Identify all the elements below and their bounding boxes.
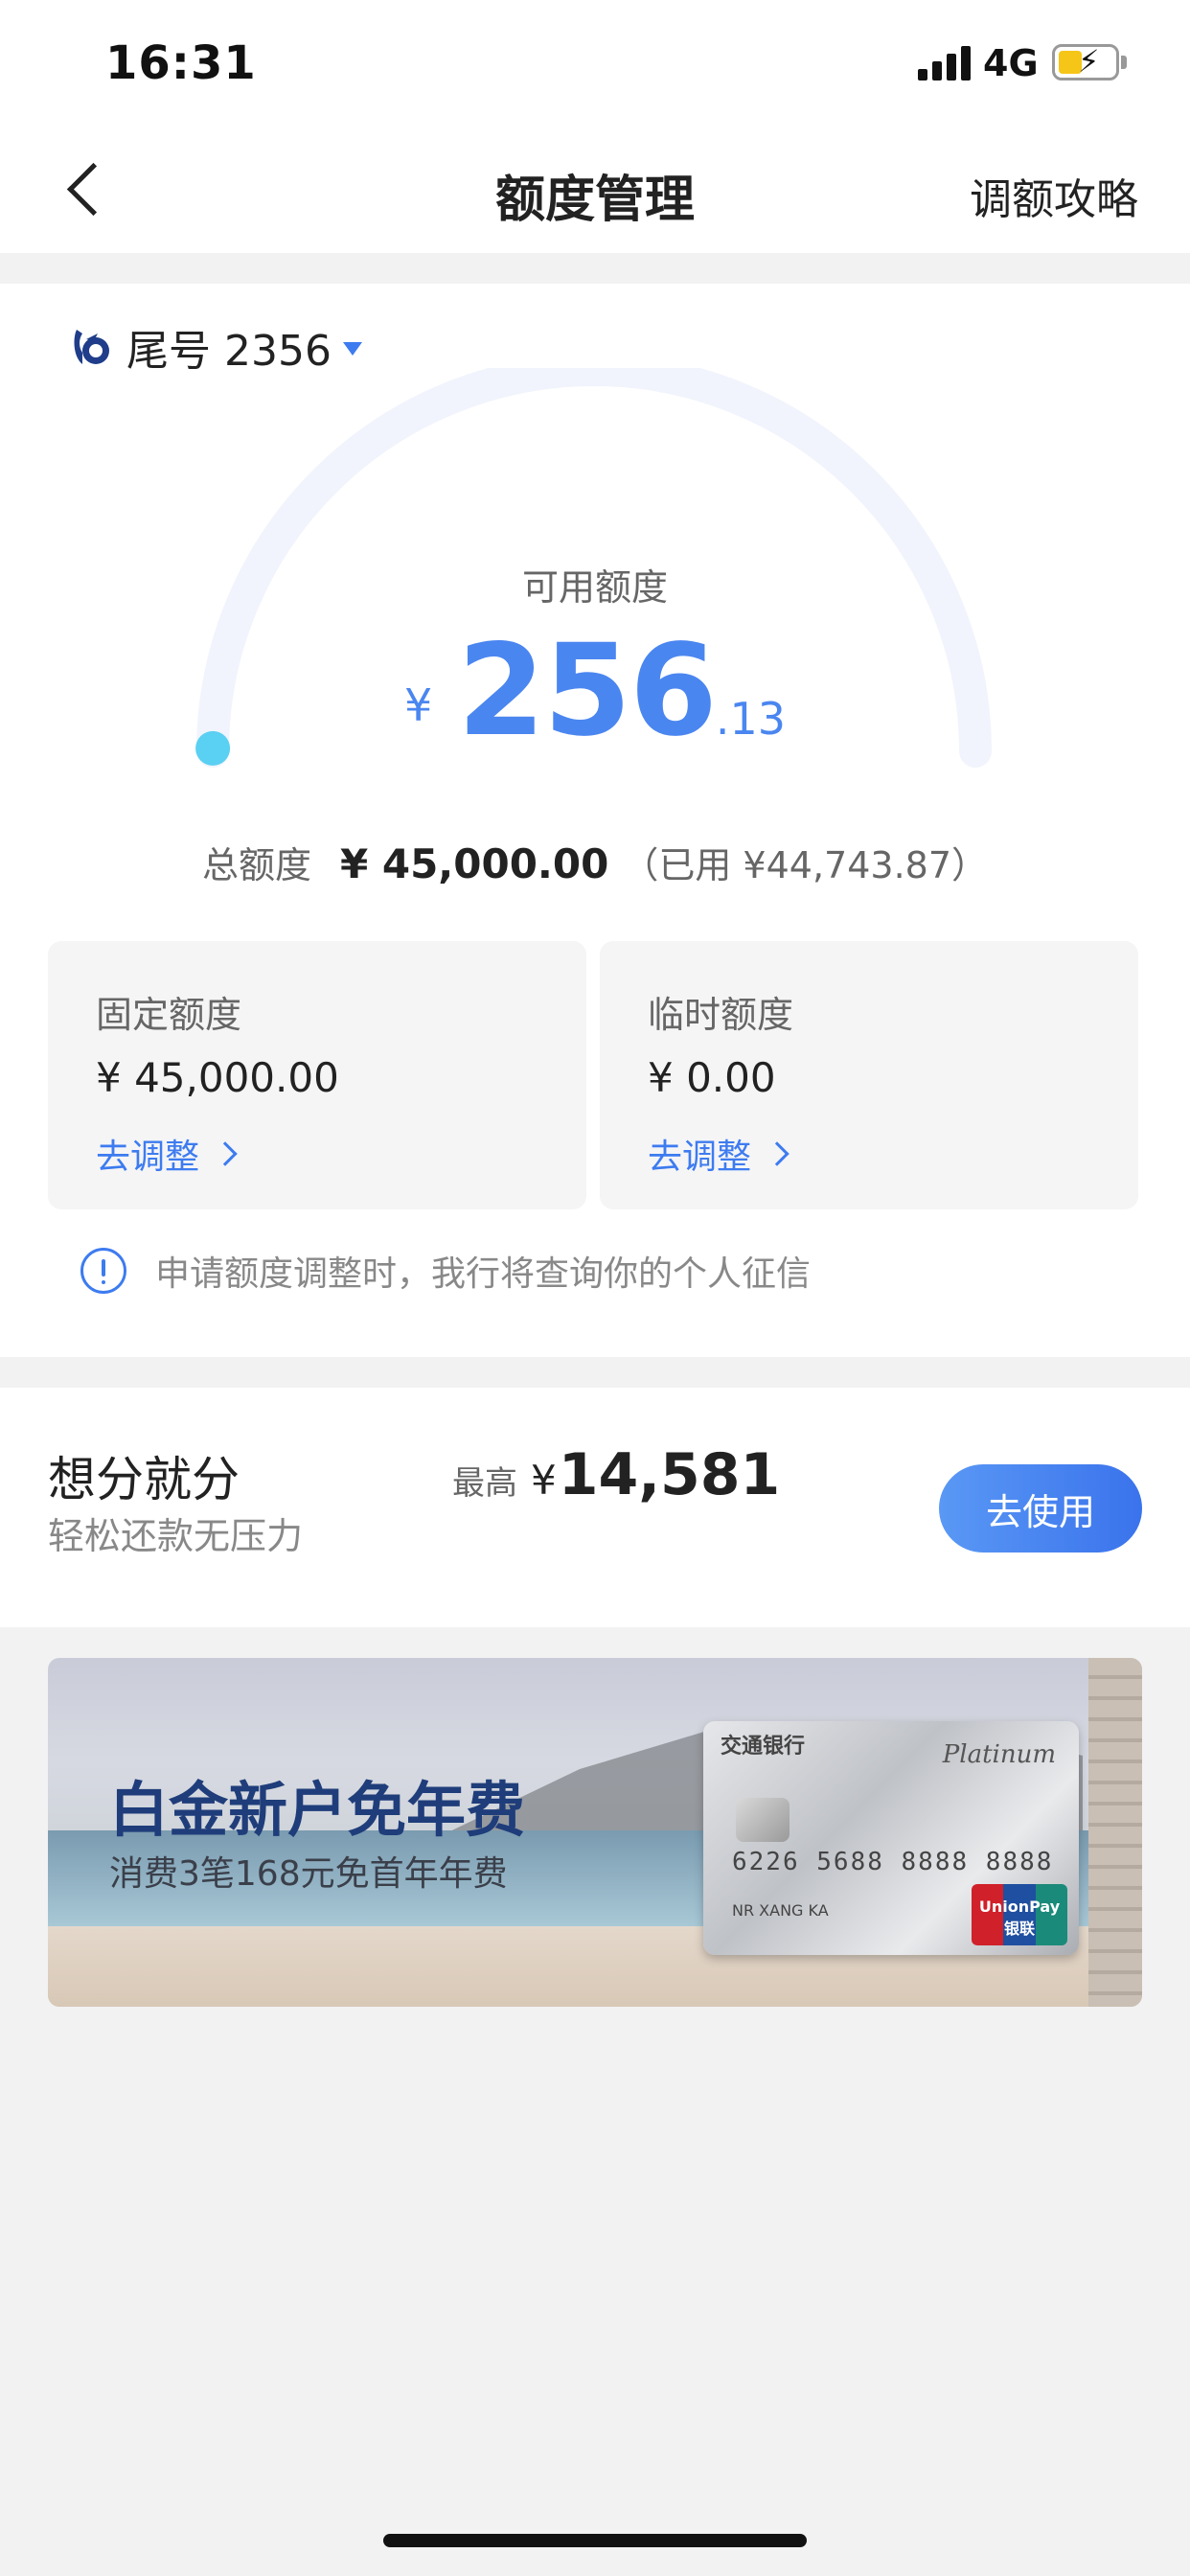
banner-subtitle: 消费3笔168元免首年年费 xyxy=(109,1854,508,1894)
fixed-limit-value: ¥ 45,000.00 xyxy=(96,1054,339,1101)
platinum-card-image: 交通银行 Platinum 6226 5688 8888 8888 NR XAN… xyxy=(703,1721,1079,1955)
limit-card: 尾号 2356 可用额度 ¥256.13 总额度 ¥ 45,000.00 （已用 ¥… xyxy=(0,284,1190,1357)
temp-limit-title: 临时额度 xyxy=(648,994,794,1036)
temp-limit-box: 临时额度 ¥ 0.00 去调整 xyxy=(600,941,1138,1209)
chevron-right-icon xyxy=(213,1141,238,1166)
adjust-temp-link[interactable]: 去调整 xyxy=(648,1129,790,1179)
card-selector[interactable]: 尾号 2356 xyxy=(69,320,362,376)
available-integer: 256 xyxy=(457,617,718,765)
installment-title: 想分就分 xyxy=(48,1452,240,1507)
bank-logo-icon xyxy=(69,324,115,370)
available-amount: ¥256.13 xyxy=(0,617,1190,765)
banner-wall xyxy=(1088,1658,1142,2007)
used-amount: （已用 ¥44,743.87） xyxy=(622,844,988,886)
limit-guide-link[interactable]: 调额攻略 xyxy=(970,165,1138,226)
temp-limit-value: ¥ 0.00 xyxy=(648,1054,776,1101)
installment-subtitle: 轻松还款无压力 xyxy=(48,1515,304,1557)
status-bar: 16:31 4G ⚡ xyxy=(0,0,1190,126)
promo-banner[interactable]: 白金新户免年费 消费3笔168元免首年年费 交通银行 Platinum 6226… xyxy=(48,1658,1142,2007)
total-label: 总额度 xyxy=(202,844,312,886)
adjust-fixed-link[interactable]: 去调整 xyxy=(96,1129,238,1179)
info-circle-icon xyxy=(80,1248,126,1294)
fixed-limit-title: 固定额度 xyxy=(96,994,242,1036)
installment-max: 最高 ¥ 14,581 xyxy=(452,1441,780,1508)
currency-symbol: ¥ xyxy=(404,679,433,731)
total-value: ¥ 45,000.00 xyxy=(340,840,609,887)
notice-text: 申请额度调整时，我行将查询你的个人征信 xyxy=(155,1254,812,1294)
unionpay-logo-icon: UnionPay 银联 xyxy=(972,1884,1067,1945)
chip-icon xyxy=(736,1798,790,1842)
installment-section: 想分就分 轻松还款无压力 最高 ¥ 14,581 去使用 xyxy=(0,1388,1190,1627)
max-currency: ¥ xyxy=(531,1457,557,1504)
card-bank-name: 交通银行 xyxy=(721,1735,806,1759)
caret-down-icon xyxy=(342,342,362,356)
available-decimal: .13 xyxy=(715,693,786,745)
banner-title: 白金新户免年费 xyxy=(109,1775,526,1845)
battery-tip xyxy=(1121,56,1127,69)
adjust-fixed-label: 去调整 xyxy=(96,1138,200,1177)
max-label: 最高 xyxy=(452,1464,517,1503)
card-number: 6226 5688 8888 8888 xyxy=(732,1848,1054,1876)
battery-icon: ⚡ xyxy=(1052,43,1119,80)
card-holder: NR XANG KA xyxy=(732,1901,829,1920)
fixed-limit-box: 固定额度 ¥ 45,000.00 去调整 xyxy=(48,941,586,1209)
unionpay-label: UnionPay 银联 xyxy=(978,1898,1061,1938)
nav-bar: 额度管理 调额攻略 xyxy=(0,126,1190,253)
available-label: 可用额度 xyxy=(521,566,668,609)
max-value: 14,581 xyxy=(558,1441,781,1508)
network-label: 4G xyxy=(983,42,1039,84)
status-time: 16:31 xyxy=(105,36,257,90)
credit-notice: 申请额度调整时，我行将查询你的个人征信 xyxy=(80,1246,811,1296)
signal-icon xyxy=(918,46,972,80)
total-limit-line: 总额度 ¥ 45,000.00 （已用 ¥44,743.87） xyxy=(0,836,1190,888)
chevron-right-icon xyxy=(765,1141,790,1166)
use-button[interactable]: 去使用 xyxy=(939,1464,1142,1552)
home-indicator xyxy=(383,2534,807,2547)
card-tier: Platinum xyxy=(942,1740,1056,1769)
adjust-temp-label: 去调整 xyxy=(648,1138,752,1177)
